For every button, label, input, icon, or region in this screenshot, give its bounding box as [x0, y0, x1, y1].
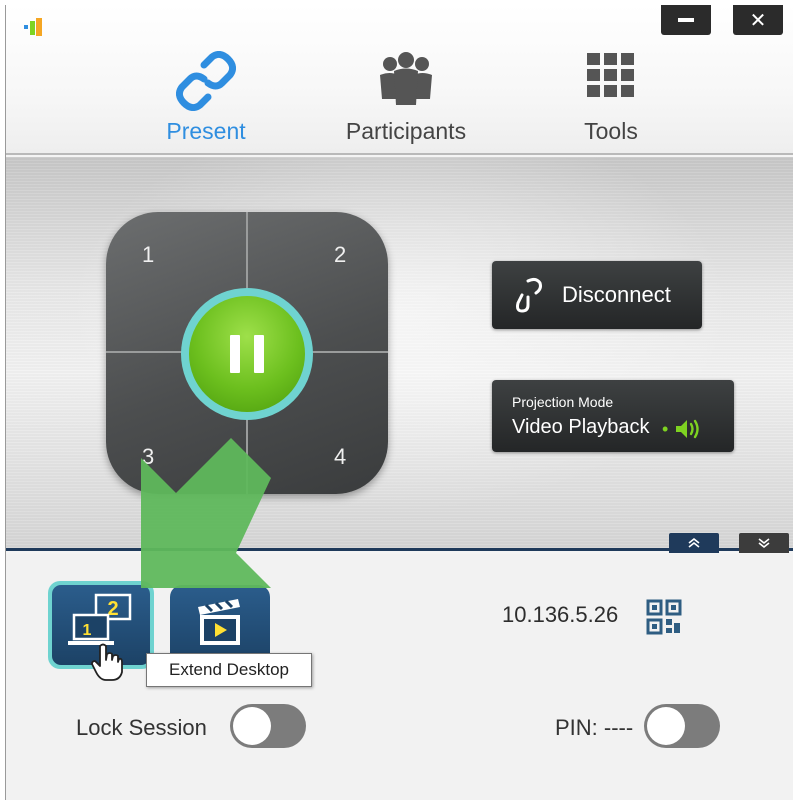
collapse-panel-button[interactable] — [739, 533, 789, 553]
split-screen-selector: 1 2 3 4 — [106, 212, 388, 494]
link-icon — [176, 51, 236, 111]
minimize-icon — [678, 18, 694, 22]
disconnect-button[interactable]: Disconnect — [492, 261, 702, 329]
disconnect-label: Disconnect — [562, 282, 671, 307]
qr-code-icon[interactable] — [646, 599, 682, 635]
ip-address: 10.136.5.26 — [502, 602, 619, 627]
tab-present-label: Present — [166, 118, 246, 144]
expand-panel-button[interactable] — [669, 533, 719, 553]
svg-text:1: 1 — [83, 622, 92, 639]
tab-present[interactable]: Present — [116, 41, 296, 151]
quadrant-4[interactable]: 4 — [334, 444, 346, 470]
projection-mode-button[interactable]: Projection Mode Video Playback • — [492, 380, 734, 452]
extend-desktop-tooltip: Extend Desktop — [146, 653, 312, 687]
projection-mode-value: Video Playback — [512, 416, 650, 438]
lock-session-label: Lock Session — [76, 715, 207, 740]
quadrant-2[interactable]: 2 — [334, 242, 346, 268]
minimize-button[interactable] — [661, 5, 711, 35]
pin-toggle[interactable] — [644, 704, 720, 748]
people-icon — [380, 52, 432, 105]
bottom-panel: 2 1 Extend Desktop 10.136.5.26 Lock Sess… — [6, 554, 793, 800]
app-logo-icon — [24, 18, 42, 36]
toggle-knob — [233, 707, 271, 745]
grid-icon — [587, 53, 634, 97]
quadrant-3[interactable]: 3 — [142, 444, 154, 470]
chevron-double-up-icon — [688, 537, 700, 548]
projection-mode-caption: Projection Mode — [512, 394, 614, 410]
quadrant-1[interactable]: 1 — [142, 242, 154, 268]
tab-tools[interactable]: Tools — [521, 41, 701, 151]
pause-icon — [189, 296, 305, 412]
lock-session-toggle[interactable] — [230, 704, 306, 748]
header-bar: ✕ Present Participants Tools — [6, 5, 793, 155]
speaker-icon — [676, 419, 699, 439]
toggle-knob — [647, 707, 685, 745]
chevron-double-down-icon — [758, 538, 770, 549]
present-stage: 1 2 3 4 Disconnect Projection Mode Video… — [6, 157, 793, 553]
tab-participants-label: Participants — [345, 118, 467, 144]
tab-tools-label: Tools — [584, 118, 638, 144]
close-button[interactable]: ✕ — [733, 5, 783, 35]
pause-button[interactable] — [181, 288, 313, 420]
separator-dot: • — [662, 419, 669, 439]
app-window: ✕ Present Participants Tools 1 2 3 4 Dis… — [5, 5, 793, 800]
tab-participants[interactable]: Participants — [316, 41, 496, 151]
hand-cursor-icon — [91, 643, 123, 681]
broken-link-icon — [516, 277, 542, 313]
close-icon: ✕ — [749, 8, 767, 32]
pin-label: PIN: ---- — [555, 715, 634, 740]
